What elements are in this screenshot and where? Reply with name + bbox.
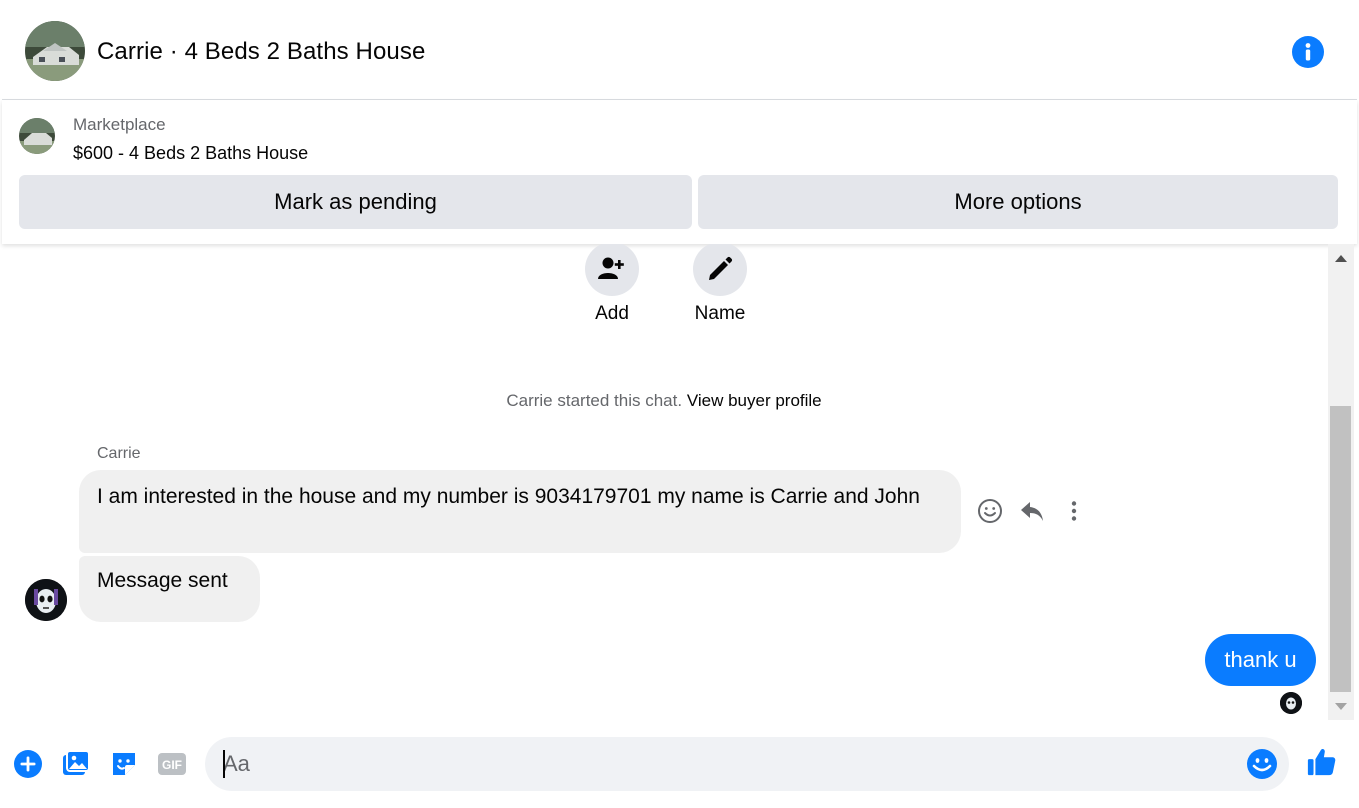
seen-receipt-avatar (1280, 692, 1302, 714)
info-icon[interactable] (1292, 36, 1324, 68)
chat-started-notice: Carrie started this chat. View buyer pro… (0, 391, 1328, 411)
emoji-icon[interactable] (1246, 748, 1278, 780)
gif-icon[interactable]: GIF (156, 748, 188, 780)
listing-thumbnail[interactable] (19, 118, 55, 154)
scroll-up-arrow[interactable] (1335, 255, 1347, 262)
plus-icon[interactable] (12, 748, 44, 780)
add-person-button[interactable] (585, 244, 639, 296)
more-options-button[interactable]: More options (698, 175, 1338, 229)
outgoing-message-bubble[interactable]: thank u (1205, 634, 1316, 686)
thumbs-up-icon[interactable] (1306, 746, 1338, 778)
chat-started-text: Carrie started this chat. (506, 391, 683, 410)
text-caret (223, 750, 225, 778)
edit-name-button[interactable] (693, 244, 747, 296)
listing-avatar[interactable] (25, 21, 85, 81)
react-emoji-icon[interactable] (976, 497, 1004, 525)
pencil-icon (709, 256, 733, 280)
more-actions-icon[interactable] (1060, 497, 1088, 525)
scroll-thumb[interactable] (1330, 406, 1351, 692)
incoming-message-bubble[interactable]: Message sent (79, 556, 260, 622)
reply-icon[interactable] (1018, 497, 1046, 525)
conversation-scrollbar[interactable] (1328, 244, 1354, 720)
message-composer: GIF (0, 720, 1359, 808)
photo-icon[interactable] (60, 748, 92, 780)
sender-avatar[interactable] (25, 579, 67, 621)
conversation-area: Add Name Carrie started this chat. View … (0, 244, 1328, 720)
chat-title: Carrie · 4 Beds 2 Baths House (97, 38, 426, 65)
listing-source: Marketplace (73, 115, 166, 134)
message-input[interactable] (205, 737, 1289, 791)
add-person-icon (598, 257, 624, 279)
scroll-down-arrow[interactable] (1335, 703, 1347, 710)
add-label: Add (595, 303, 629, 324)
listing-title[interactable]: $600 - 4 Beds 2 Baths House (73, 143, 308, 164)
sticker-icon[interactable] (108, 748, 140, 780)
chat-header: Carrie · 4 Beds 2 Baths House (2, 4, 1357, 100)
incoming-message-bubble[interactable]: I am interested in the house and my numb… (79, 470, 961, 553)
svg-text:GIF: GIF (162, 758, 182, 772)
messenger-window: Carrie · 4 Beds 2 Baths House Marketplac… (0, 0, 1359, 808)
mark-as-pending-button[interactable]: Mark as pending (19, 175, 692, 229)
name-label: Name (694, 303, 746, 324)
sender-name: Carrie (97, 445, 141, 462)
view-buyer-profile-link[interactable]: View buyer profile (687, 391, 822, 410)
listing-panel: Marketplace $600 - 4 Beds 2 Baths House … (2, 100, 1357, 244)
